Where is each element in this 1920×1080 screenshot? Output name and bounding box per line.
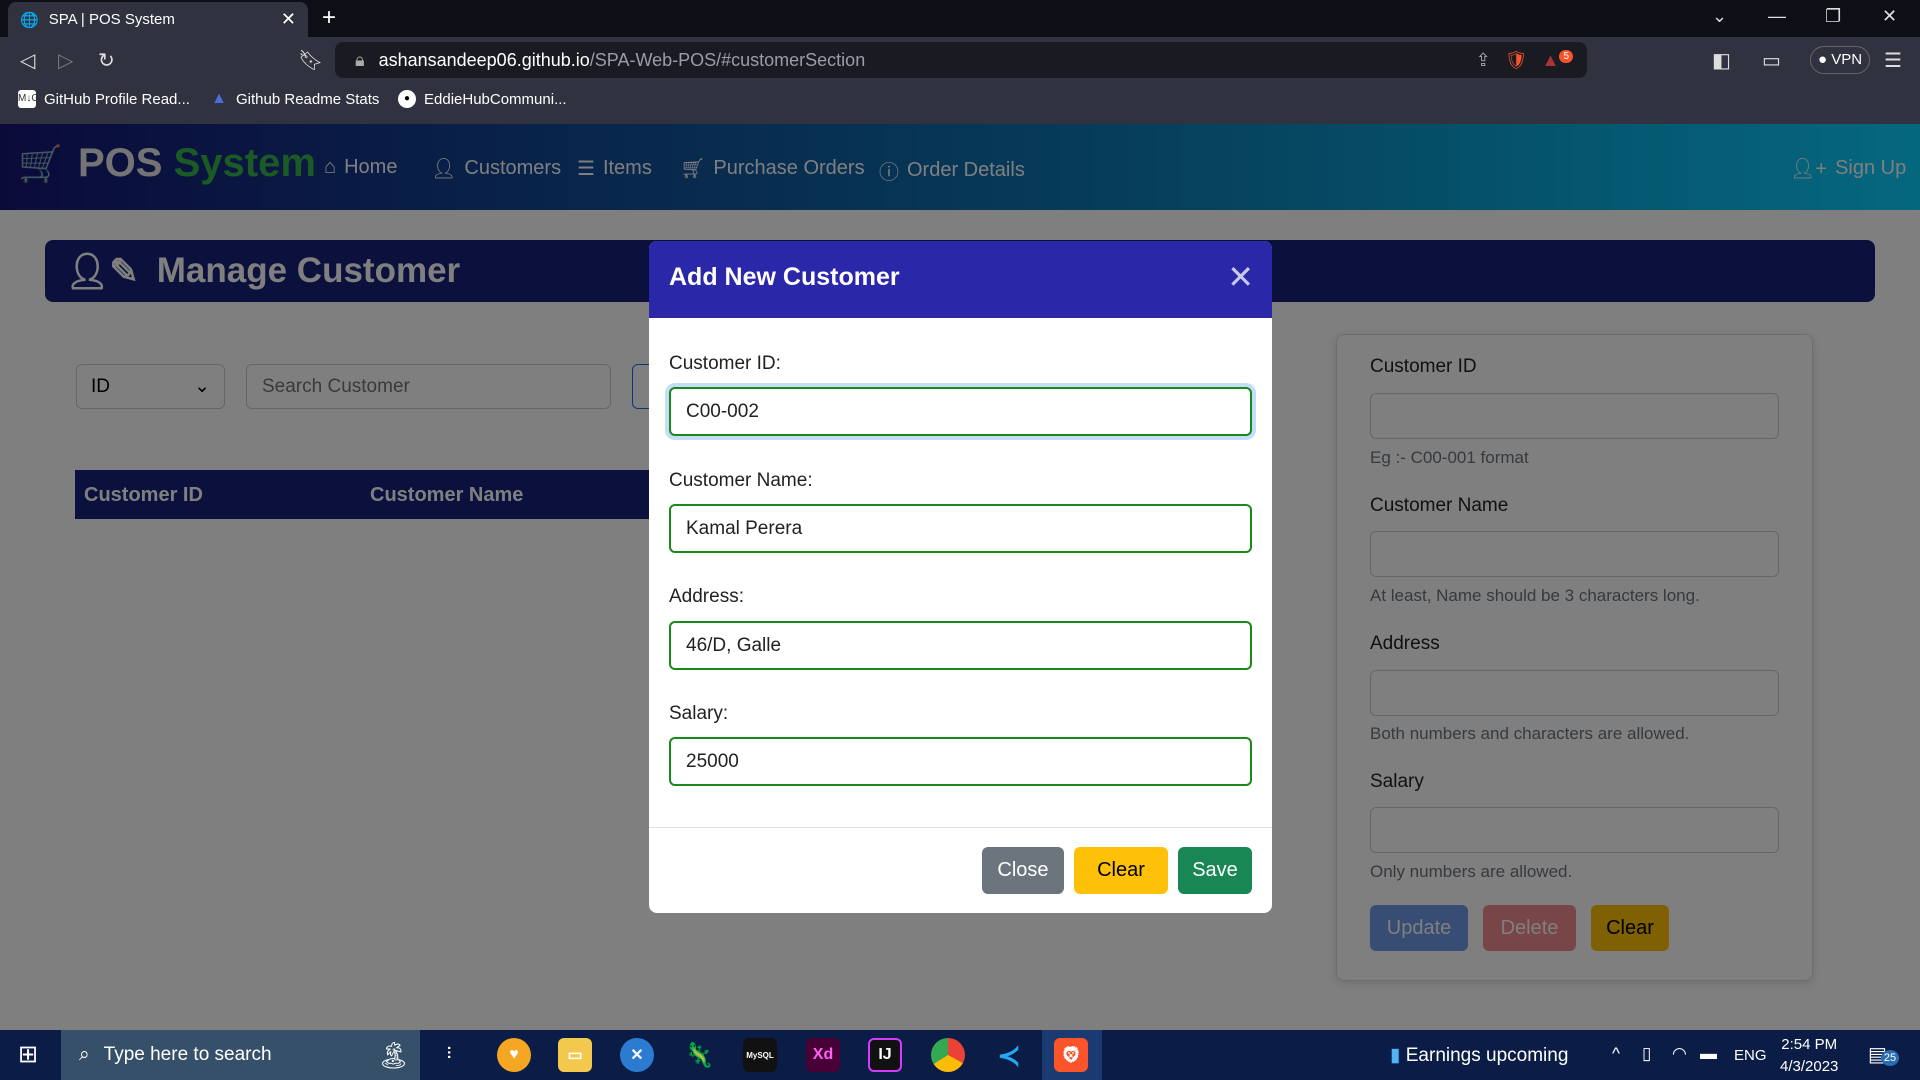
globe-icon: 🌐	[20, 11, 39, 29]
browser-tab[interactable]: 🌐 SPA | POS System ✕	[8, 2, 308, 37]
sidebar-icon[interactable]: ◧	[1712, 48, 1731, 73]
wallet-icon[interactable]: ▭	[1762, 48, 1781, 73]
notifications-icon[interactable]: ▤25	[1868, 1042, 1900, 1067]
form-label: Salary:	[669, 703, 729, 724]
new-tab-button[interactable]: +	[322, 4, 336, 32]
news-widget[interactable]: ▮ Earnings upcoming	[1390, 1044, 1568, 1067]
tab-title: SPA | POS System	[48, 11, 175, 28]
app-icon-orange[interactable]: ♥	[497, 1038, 531, 1072]
meet-icon[interactable]: ▯	[1642, 1044, 1651, 1064]
chameleon-icon[interactable]: 🦎	[682, 1038, 716, 1072]
island-icon: 🏝	[376, 1039, 410, 1070]
restore-button[interactable]: ❐	[1825, 6, 1841, 27]
brave-icon[interactable]: 🦁︎	[1054, 1038, 1088, 1072]
modal-address-input[interactable]	[669, 621, 1252, 670]
modal-header: Add New Customer	[649, 241, 1272, 318]
taskbar-search[interactable]: ⌕ Type here to search 🏝	[61, 1030, 420, 1080]
modal-title: Add New Customer	[669, 263, 900, 291]
form-label: Address:	[669, 586, 744, 607]
clock[interactable]: 2:54 PM 4/3/2023	[1780, 1034, 1838, 1078]
app-icon-blue[interactable]: ✕	[620, 1038, 654, 1072]
bookmark-icon[interactable]: 🔖︎	[298, 48, 323, 73]
url-host: ashansandeep06.github.io	[378, 49, 590, 70]
window-close-button[interactable]: ✕	[1882, 6, 1897, 27]
vscode-icon[interactable]: ≺	[992, 1038, 1026, 1072]
bookmark-label: EddieHubCommuni...	[424, 90, 567, 108]
form-label: Customer Name:	[669, 470, 813, 491]
url-path: /SPA-Web-POS/#customerSection	[589, 49, 866, 70]
bookmark-eddiehub[interactable]: ● EddieHubCommuni...	[398, 90, 567, 108]
chrome-icon[interactable]	[931, 1038, 965, 1072]
menu-icon[interactable]: ☰	[1884, 48, 1902, 73]
back-icon[interactable]: ◁	[20, 48, 35, 73]
vpn-button[interactable]: ● VPN	[1810, 46, 1870, 74]
rewards-badge: 5	[1559, 49, 1573, 63]
forward-icon[interactable]: ▷	[58, 48, 73, 73]
address-bar[interactable]: 🔒︎ ashansandeep06.github.io/SPA-Web-POS/…	[335, 42, 1587, 78]
minimize-button[interactable]: —	[1768, 6, 1786, 27]
search-placeholder: Type here to search	[103, 1044, 272, 1065]
date: 4/3/2023	[1780, 1058, 1839, 1075]
reload-icon[interactable]: ↻	[98, 48, 115, 73]
tab-search-icon[interactable]: ⌄	[1712, 6, 1727, 27]
modal-customer-id-input[interactable]	[669, 387, 1252, 436]
add-customer-modal: Add New Customer ✕ Customer ID: Customer…	[649, 241, 1272, 913]
share-icon[interactable]: ⇪	[1476, 50, 1491, 71]
bookmark-readme-stats[interactable]: ▲ Github Readme Stats	[210, 90, 379, 108]
task-view-icon[interactable]: ⫶	[432, 1038, 466, 1072]
lock-icon: 🔒︎	[355, 49, 365, 70]
modal-customer-name-input[interactable]	[669, 504, 1252, 553]
bookmark-label: Github Readme Stats	[236, 90, 380, 108]
modal-close-button[interactable]: Close	[982, 847, 1064, 894]
news-icon: ▮	[1390, 1045, 1401, 1066]
modal-salary-input[interactable]	[669, 737, 1252, 786]
battery-icon[interactable]: ▬	[1700, 1044, 1717, 1064]
form-label: Customer ID:	[669, 353, 781, 374]
bookmark-github-profile[interactable]: M↓G GitHub Profile Read...	[18, 90, 190, 108]
notification-count: 25	[1880, 1050, 1900, 1066]
news-text: Earnings upcoming	[1405, 1045, 1569, 1066]
modal-save-button[interactable]: Save	[1178, 847, 1252, 894]
modal-footer-divider	[649, 827, 1272, 828]
modal-clear-button[interactable]: Clear	[1074, 847, 1168, 894]
file-explorer-icon[interactable]: ▭	[558, 1038, 592, 1072]
language-indicator[interactable]: ENG	[1734, 1047, 1767, 1064]
time: 2:54 PM	[1781, 1036, 1838, 1053]
adobe-xd-icon[interactable]: Xd	[806, 1038, 840, 1072]
mysql-icon[interactable]: MySQL	[743, 1038, 777, 1072]
bookmark-label: GitHub Profile Read...	[44, 90, 190, 108]
vpn-label: VPN	[1831, 51, 1863, 68]
close-icon[interactable]: ✕	[1227, 261, 1254, 293]
windows-start-icon[interactable]: ⊞	[18, 1040, 38, 1069]
brave-rewards-icon[interactable]: ▲ 5	[1542, 49, 1573, 71]
search-icon: ⌕	[79, 1044, 90, 1065]
wifi-icon[interactable]: ◠	[1672, 1044, 1687, 1064]
intellij-icon[interactable]: IJ	[868, 1038, 902, 1072]
tray-chevron-icon[interactable]: ^	[1612, 1044, 1620, 1064]
close-tab-icon[interactable]: ✕	[281, 9, 296, 30]
brave-shields-icon[interactable]: 🛡︎	[1505, 50, 1528, 71]
